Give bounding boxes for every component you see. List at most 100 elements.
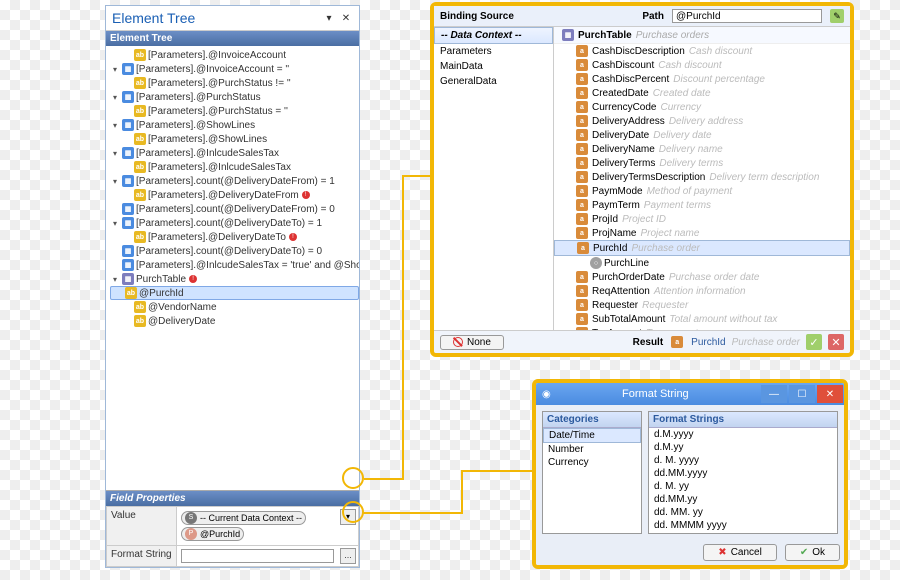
- expander-icon[interactable]: ▾: [110, 275, 120, 284]
- value-context-pill[interactable]: S-- Current Data Context --: [181, 511, 306, 525]
- cancel-button[interactable]: ✖Cancel: [703, 544, 777, 561]
- format-string-item[interactable]: d.M.yy: [649, 441, 837, 454]
- tree-node[interactable]: ▦[Parameters].count(@DeliveryDateTo) = 0: [110, 244, 359, 258]
- ok-button[interactable]: ✔Ok: [785, 544, 840, 561]
- format-string-input[interactable]: [181, 549, 334, 563]
- cancel-icon: ✖: [718, 547, 726, 558]
- none-button[interactable]: None: [440, 335, 504, 350]
- value-field-pill[interactable]: P@PurchId: [181, 527, 244, 541]
- binding-field-item[interactable]: aPurchIdPurchase order: [554, 240, 850, 256]
- tree-node[interactable]: ab[Parameters].@DeliveryDateFrom!: [110, 188, 359, 202]
- binding-source-item[interactable]: Parameters: [434, 44, 553, 59]
- tree-node[interactable]: ▾▦[Parameters].@InvoiceAccount = '': [110, 62, 359, 76]
- binding-cancel-button[interactable]: ✕: [828, 334, 844, 350]
- binding-field-item[interactable]: aCreatedDateCreated date: [554, 86, 850, 100]
- format-string-item[interactable]: dd.MM.yyyy: [649, 467, 837, 480]
- expander-icon[interactable]: ▾: [110, 149, 120, 158]
- tree-node[interactable]: ab@PurchId: [110, 286, 359, 300]
- expander-icon[interactable]: ▾: [110, 93, 120, 102]
- binding-field-item[interactable]: aCashDiscDescriptionCash discount: [554, 44, 850, 58]
- binding-source-item[interactable]: MainData: [434, 59, 553, 74]
- error-icon: !: [302, 191, 310, 199]
- binding-field-item[interactable]: aPurchOrderDatePurchase order date: [554, 270, 850, 284]
- binding-field-item[interactable]: aDeliveryAddressDelivery address: [554, 114, 850, 128]
- binding-field-item[interactable]: aRequesterRequester: [554, 298, 850, 312]
- binding-field-item[interactable]: aProjNameProject name: [554, 226, 850, 240]
- tree-node[interactable]: ▦[Parameters].@InlcudeSalesTax = 'true' …: [110, 258, 359, 272]
- format-string-item[interactable]: dd. MMMM yyyy: [649, 519, 837, 532]
- tree-node[interactable]: ab@DeliveryDate: [110, 314, 359, 328]
- tree-body[interactable]: ab[Parameters].@InvoiceAccount▾▦[Paramet…: [106, 46, 359, 490]
- field-icon: a: [576, 115, 588, 127]
- binding-field-item[interactable]: aCashDiscPercentDiscount percentage: [554, 72, 850, 86]
- binding-field-item[interactable]: aDeliveryNameDelivery name: [554, 142, 850, 156]
- value-dropdown-button[interactable]: ▾: [340, 509, 356, 525]
- category-item[interactable]: Currency: [543, 456, 641, 469]
- format-string-item[interactable]: d. M. yy: [649, 480, 837, 493]
- binding-ok-button[interactable]: ✓: [806, 334, 822, 350]
- binding-source-item[interactable]: GeneralData: [434, 74, 553, 89]
- tree-node[interactable]: ▾▦[Parameters].count(@DeliveryDateTo) = …: [110, 216, 359, 230]
- binding-field-item[interactable]: aReqAttentionAttention information: [554, 284, 850, 298]
- blue-icon: ▦: [122, 259, 134, 271]
- node-label: [Parameters].@DeliveryDateFrom: [148, 190, 299, 201]
- categories-list[interactable]: Date/TimeNumberCurrency: [543, 428, 641, 533]
- field-icon: a: [576, 171, 588, 183]
- close-icon[interactable]: ✕: [339, 11, 353, 25]
- minimize-button[interactable]: —: [761, 385, 787, 403]
- pin-icon[interactable]: ▾: [322, 11, 336, 25]
- expander-icon[interactable]: ▾: [110, 65, 120, 74]
- binding-field-item[interactable]: aSubTotalAmountTotal amount without tax: [554, 312, 850, 326]
- tree-node[interactable]: ▾▦[Parameters].@PurchStatus: [110, 90, 359, 104]
- binding-source-list[interactable]: -- Data Context --ParametersMainDataGene…: [434, 27, 554, 330]
- tree-node[interactable]: ab@VendorName: [110, 300, 359, 314]
- field-name: DeliveryName: [592, 144, 655, 155]
- dialog-close-button[interactable]: ✕: [817, 385, 843, 403]
- tree-node[interactable]: ▦[Parameters].count(@DeliveryDateFrom) =…: [110, 202, 359, 216]
- tree-node[interactable]: ▾▦[Parameters].@InlcudeSalesTax: [110, 146, 359, 160]
- tree-node[interactable]: ab[Parameters].@InlcudeSalesTax: [110, 160, 359, 174]
- tree-node[interactable]: ab[Parameters].@ShowLines: [110, 132, 359, 146]
- binding-source-item[interactable]: -- Data Context --: [434, 27, 553, 44]
- edit-path-icon[interactable]: ✎: [830, 9, 844, 23]
- binding-field-item[interactable]: aPaymTermPayment terms: [554, 198, 850, 212]
- category-item[interactable]: Number: [543, 443, 641, 456]
- format-string-item[interactable]: dd. MM. yy: [649, 506, 837, 519]
- field-name: DeliveryAddress: [592, 116, 665, 127]
- expander-icon[interactable]: ▾: [110, 121, 120, 130]
- category-item[interactable]: Date/Time: [543, 428, 641, 443]
- maximize-button[interactable]: ☐: [789, 385, 815, 403]
- tree-node[interactable]: ab[Parameters].@PurchStatus != '': [110, 76, 359, 90]
- binding-field-item[interactable]: aDeliveryTermsDelivery terms: [554, 156, 850, 170]
- binding-table-header[interactable]: ▦ PurchTablePurchase orders: [554, 27, 850, 44]
- binding-field-item[interactable]: aCurrencyCodeCurrency: [554, 100, 850, 114]
- result-field: PurchId: [691, 337, 725, 348]
- binding-fields-list[interactable]: ▦ PurchTablePurchase orders aCashDiscDes…: [554, 27, 850, 330]
- binding-field-item[interactable]: aProjIdProject ID: [554, 212, 850, 226]
- binding-field-item[interactable]: aDeliveryTermsDescriptionDelivery term d…: [554, 170, 850, 184]
- format-string-item[interactable]: d.M.yyyy: [649, 428, 837, 441]
- format-string-ellipsis-button[interactable]: …: [340, 548, 356, 564]
- tree-node[interactable]: ▾▦PurchTable!: [110, 272, 359, 286]
- binding-path-input[interactable]: [672, 9, 822, 23]
- tree-node[interactable]: ▾▦[Parameters].@ShowLines: [110, 118, 359, 132]
- element-tree-title: Element Tree: [112, 10, 319, 26]
- format-string-item[interactable]: dd.MM.yy: [649, 493, 837, 506]
- expander-icon[interactable]: ▾: [110, 219, 120, 228]
- field-icon: a: [576, 213, 588, 225]
- format-string-item[interactable]: d. M. yyyy: [649, 454, 837, 467]
- abc-icon: ab: [134, 77, 146, 89]
- field-icon: a: [576, 59, 588, 71]
- tree-node[interactable]: ab[Parameters].@DeliveryDateTo!: [110, 230, 359, 244]
- field-desc: Project name: [640, 228, 699, 239]
- binding-field-item[interactable]: ○PurchLine: [554, 256, 850, 270]
- binding-field-item[interactable]: aCashDiscountCash discount: [554, 58, 850, 72]
- binding-field-item[interactable]: aDeliveryDateDelivery date: [554, 128, 850, 142]
- tree-node[interactable]: ab[Parameters].@PurchStatus = '': [110, 104, 359, 118]
- format-strings-list[interactable]: d.M.yyyyd.M.yyd. M. yyyydd.MM.yyyyd. M. …: [649, 428, 837, 533]
- expander-icon[interactable]: ▾: [110, 177, 120, 186]
- tree-node[interactable]: ▾▦[Parameters].count(@DeliveryDateFrom) …: [110, 174, 359, 188]
- binding-source-panel: Binding Source Path ✎ -- Data Context --…: [430, 2, 854, 357]
- tree-node[interactable]: ab[Parameters].@InvoiceAccount: [110, 48, 359, 62]
- binding-field-item[interactable]: aPaymModeMethod of payment: [554, 184, 850, 198]
